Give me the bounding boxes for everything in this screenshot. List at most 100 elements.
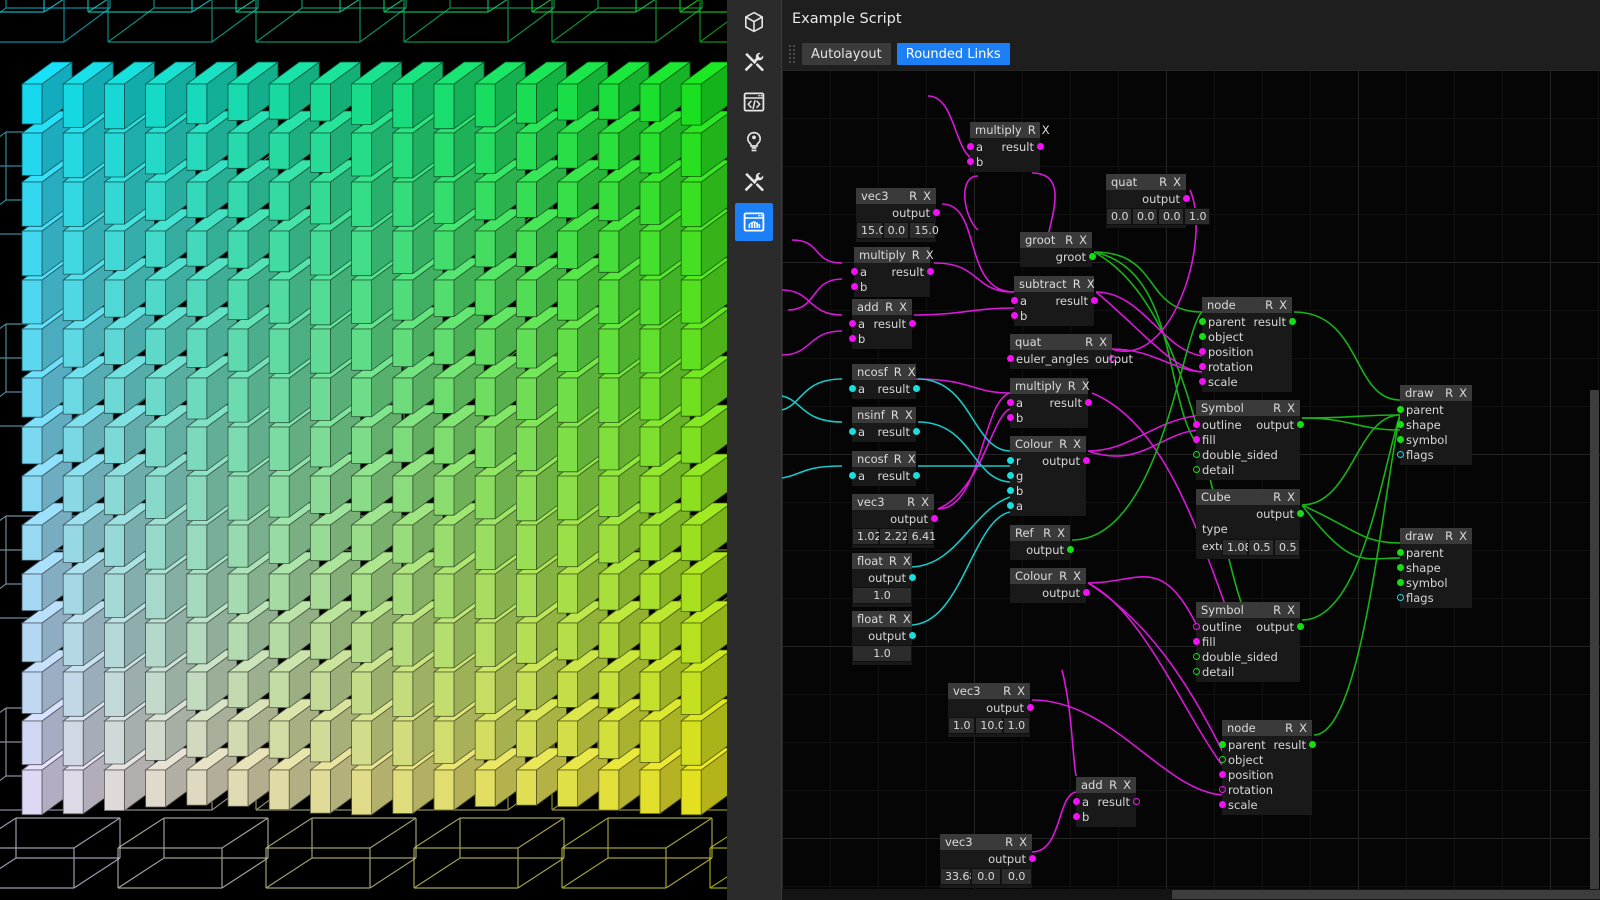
output-port[interactable]	[912, 472, 920, 479]
node-close-button[interactable]: X	[1099, 335, 1107, 349]
node-field-value[interactable]: 10.0	[975, 717, 1005, 734]
code-icon[interactable]	[735, 83, 773, 121]
node-close-button[interactable]: X	[903, 554, 911, 568]
input-port[interactable]	[1006, 487, 1014, 494]
output-port[interactable]	[912, 385, 920, 392]
node-rename-button[interactable]: R	[894, 452, 902, 466]
node-n_node_bottom[interactable]: node R Xparent result object position rotation…	[1218, 720, 1316, 815]
vertical-scroll-thumb[interactable]	[1590, 390, 1599, 900]
input-port[interactable]	[1192, 451, 1200, 458]
node-header[interactable]: vec3 R X	[948, 683, 1030, 699]
node-field-value[interactable]: 6.41	[906, 528, 936, 545]
output-port[interactable]	[908, 632, 916, 639]
horizontal-scroll-thumb[interactable]	[1172, 890, 1600, 899]
output-port[interactable]	[1082, 589, 1090, 596]
node-n_vec3_a[interactable]: vec3 R Xoutput 15.0 0.0 15.0	[856, 188, 940, 242]
node-close-button[interactable]: X	[926, 248, 934, 262]
input-port[interactable]	[1010, 312, 1018, 319]
input-port[interactable]	[1192, 623, 1200, 630]
node-close-button[interactable]: X	[1019, 835, 1027, 849]
node-graph-canvas[interactable]: multiply R Xa result b quat R Xoutput 0.0 0.0 0.0 1…	[782, 70, 1600, 900]
node-n_float_1[interactable]: float R Xoutput 1.0	[852, 553, 916, 607]
node-close-button[interactable]: X	[921, 495, 929, 509]
node-close-button[interactable]: X	[1459, 386, 1467, 400]
input-port[interactable]	[966, 158, 974, 165]
node-field-value[interactable]: 1.0	[852, 645, 912, 662]
node-header[interactable]: ncosf R X	[852, 451, 916, 467]
tools-icon-2[interactable]	[735, 163, 773, 201]
node-header[interactable]: multiply R X	[1010, 378, 1090, 394]
node-n_ncosf_1[interactable]: ncosf R Xa result	[848, 364, 920, 399]
node-n_draw_1[interactable]: draw R Xparent shape symbol flags	[1396, 385, 1472, 465]
node-rename-button[interactable]: R	[1159, 175, 1167, 189]
output-port[interactable]	[1084, 399, 1092, 406]
node-close-button[interactable]: X	[1057, 526, 1065, 540]
output-port[interactable]	[912, 428, 920, 435]
input-port[interactable]	[1198, 348, 1206, 355]
node-rename-button[interactable]: R	[909, 189, 917, 203]
node-n_quat_top[interactable]: quat R Xoutput 0.0 0.0 0.0 1.0	[1106, 174, 1210, 228]
node-n_vec3_d[interactable]: vec3 R Xoutput 33.689 0.0 0.0	[940, 834, 1036, 888]
node-rename-button[interactable]: R	[891, 408, 899, 422]
node-close-button[interactable]: X	[1459, 529, 1467, 543]
input-port[interactable]	[1218, 741, 1226, 748]
input-port[interactable]	[1192, 421, 1200, 428]
input-port[interactable]	[1198, 318, 1206, 325]
node-n_ref[interactable]: Ref R Xoutput	[1010, 525, 1074, 560]
input-port[interactable]	[850, 268, 858, 275]
node-n_vec3_b[interactable]: vec3 R Xoutput 1.02 2.22 6.41	[852, 494, 938, 548]
node-header[interactable]: add R X	[1076, 777, 1136, 793]
output-port[interactable]	[1182, 195, 1190, 202]
node-rename-button[interactable]: R	[889, 554, 897, 568]
node-rename-button[interactable]: R	[1109, 778, 1117, 792]
node-n_nsinf[interactable]: nsinf R Xa result	[848, 407, 920, 442]
node-n_node_top[interactable]: node R Xparent result object position rotation…	[1198, 297, 1296, 392]
node-n_multiply_top[interactable]: multiply R Xa result b	[966, 122, 1050, 172]
node-rename-button[interactable]: R	[1059, 569, 1067, 583]
node-field-value[interactable]: 1.0	[1184, 208, 1210, 225]
node-close-button[interactable]: X	[1287, 603, 1295, 617]
node-rename-button[interactable]: R	[1285, 721, 1293, 735]
horizontal-scrollbar[interactable]	[782, 889, 1600, 900]
node-header[interactable]: vec3 R X	[852, 494, 934, 510]
node-close-button[interactable]: X	[1073, 569, 1081, 583]
input-port[interactable]	[1396, 451, 1404, 458]
node-n_quat_euler[interactable]: quat R Xeuler_angles output	[1006, 334, 1133, 369]
cube-icon[interactable]	[735, 3, 773, 41]
node-n_colour_2[interactable]: Colour R Xoutput	[1010, 568, 1090, 603]
input-port[interactable]	[966, 143, 974, 150]
node-n_symbol_2[interactable]: Symbol R Xoutline output fill double_sided det…	[1192, 602, 1304, 682]
node-field-value[interactable]: 0.0	[1001, 868, 1033, 885]
rounded-links-button[interactable]: Rounded Links	[896, 43, 1010, 65]
input-port[interactable]	[1192, 436, 1200, 443]
input-port[interactable]	[848, 472, 856, 479]
node-rename-button[interactable]: R	[912, 248, 920, 262]
input-port[interactable]	[1006, 414, 1014, 421]
node-rename-button[interactable]: R	[1073, 277, 1081, 291]
node-n_add_b[interactable]: add R Xa result b	[1072, 777, 1140, 827]
input-port[interactable]	[1192, 668, 1200, 675]
input-port[interactable]	[1198, 333, 1206, 340]
node-n_float_2[interactable]: float R Xoutput 1.0	[852, 611, 916, 665]
input-port[interactable]	[1006, 502, 1014, 509]
input-port[interactable]	[1198, 363, 1206, 370]
output-port[interactable]	[1296, 421, 1304, 428]
node-close-button[interactable]: X	[899, 300, 907, 314]
node-header[interactable]: Colour R X	[1010, 436, 1086, 452]
input-port[interactable]	[848, 320, 856, 327]
node-n_ncosf_2[interactable]: ncosf R Xa result	[848, 451, 920, 486]
output-port[interactable]	[1288, 318, 1296, 325]
node-close-button[interactable]: X	[908, 452, 916, 466]
input-port[interactable]	[1006, 457, 1014, 464]
node-n_groot[interactable]: groot R Xgroot	[1020, 232, 1096, 267]
node-field-value[interactable]: 0.0	[882, 222, 910, 239]
output-port[interactable]	[1082, 457, 1090, 464]
3d-viewport[interactable]	[0, 0, 727, 900]
node-header[interactable]: Cube R X	[1196, 489, 1300, 505]
node-field-value[interactable]: 0.0	[1158, 208, 1184, 225]
node-field-value[interactable]: 1.0	[948, 717, 976, 734]
input-port[interactable]	[1006, 399, 1014, 406]
node-field-value[interactable]: 0.5	[1274, 539, 1300, 556]
node-close-button[interactable]: X	[905, 408, 913, 422]
node-header[interactable]: nsinf R X	[852, 407, 916, 423]
